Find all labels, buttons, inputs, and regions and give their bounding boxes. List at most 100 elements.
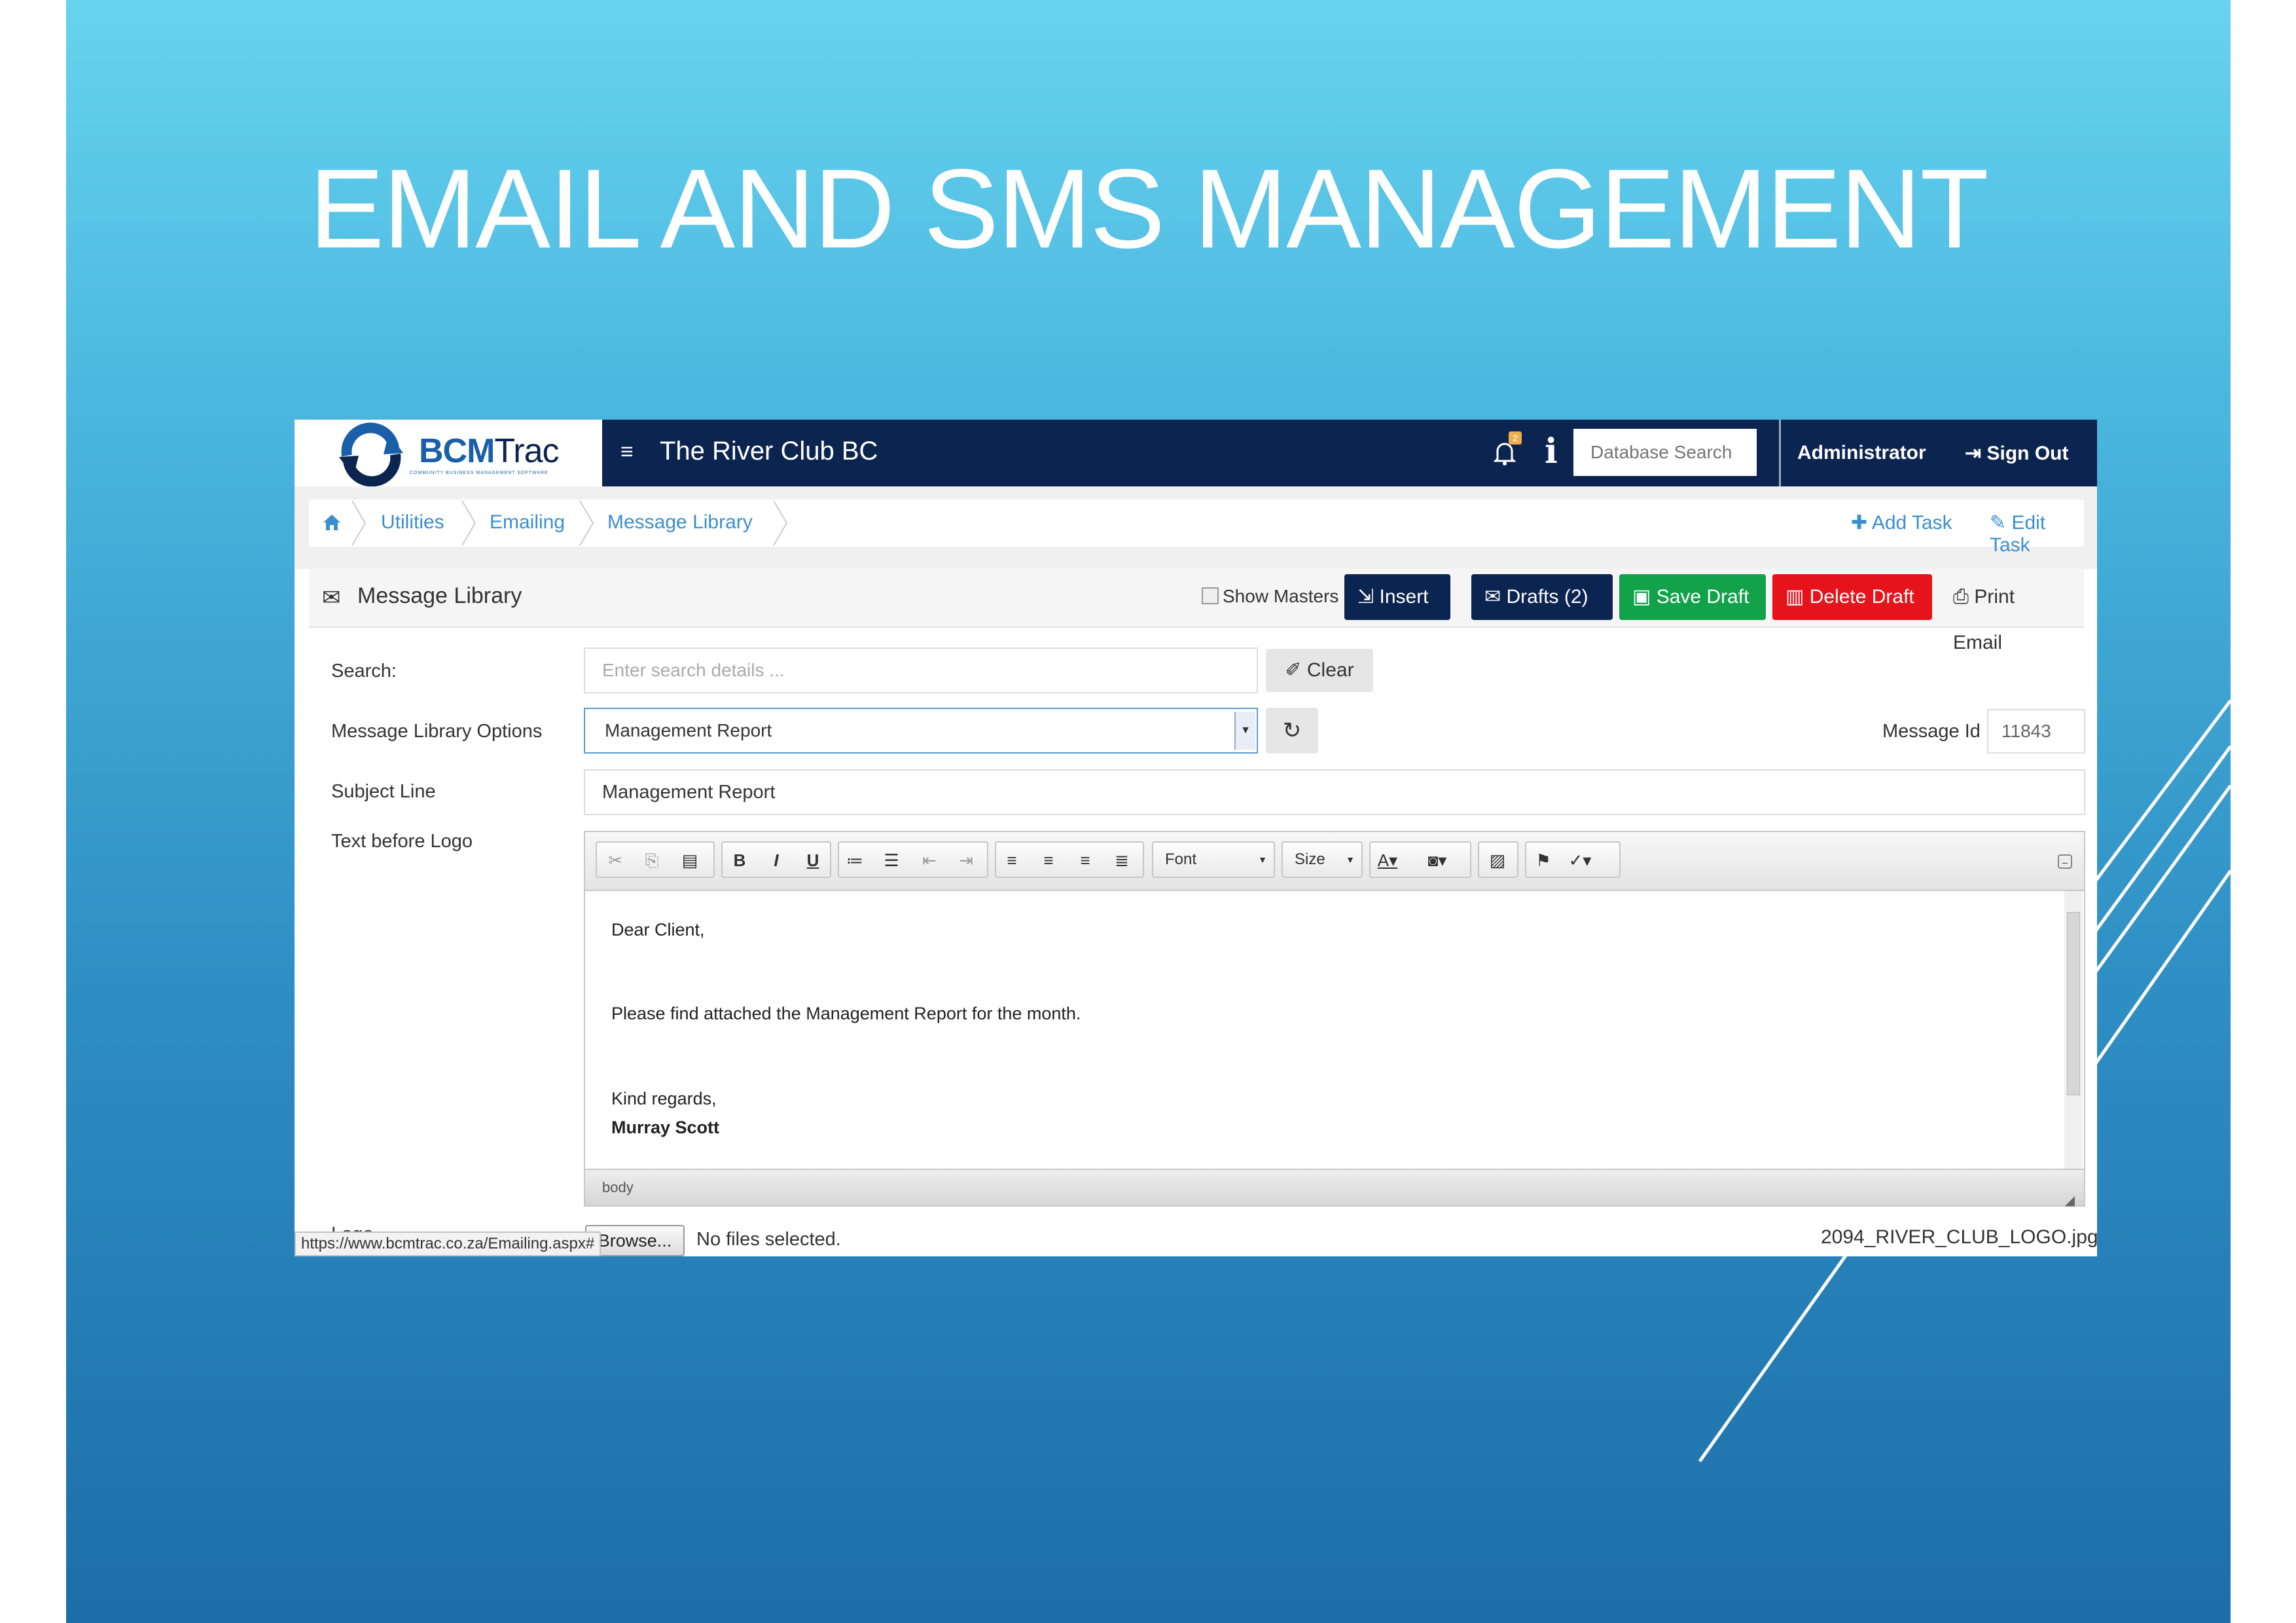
dropdown-arrow-icon: ▼ [1346,854,1355,865]
print-email-button[interactable]: ⎙ Print Email [1940,574,2071,653]
align-right-icon[interactable]: ≡ [1072,848,1098,873]
toolbar-group-align: ≡ ≡ ≡ ≣ [995,841,1144,878]
scroll-thumb[interactable] [2067,912,2080,1095]
align-center-icon[interactable]: ≡ [1035,848,1062,873]
insert-icon: ⇲ [1357,586,1380,608]
refresh-icon: ↻ [1282,718,1302,743]
message-id-label: Message Id [1882,721,1981,742]
size-dropdown[interactable]: Size ▼ [1282,841,1363,878]
panel-header: ✉ Message Library Show Masters ⇲ Insert … [309,569,2084,653]
editor-line: Please find attached the Management Repo… [611,1004,1081,1023]
underline-icon[interactable]: U [800,848,826,873]
eraser-icon: ✐ [1285,659,1307,681]
show-masters-checkbox[interactable]: Show Masters [1202,586,1338,607]
logo[interactable]: BCMTrac COMMUNITY BUSINESS MANAGEMENT SO… [295,420,602,487]
flag-icon[interactable]: ⚑ [1530,848,1556,873]
editor-line: Dear Client, [611,920,705,939]
envelope-icon: ✉ [1484,586,1507,608]
numbered-list-icon[interactable]: ≔ [842,848,868,873]
logo-file-name: 2094_RIVER_CLUB_LOGO.jpg [1821,1226,2097,1248]
hamburger-menu-icon[interactable]: ≡ [620,441,634,463]
italic-icon[interactable]: I [763,848,789,873]
breadcrumb-message-library[interactable]: Message Library [607,511,753,534]
home-icon[interactable] [322,513,342,532]
dropdown-arrow-icon: ▼ [1258,854,1267,865]
refresh-button[interactable]: ↻ [1266,708,1318,754]
breadcrumb-separator [773,500,788,546]
divider [1779,420,1781,486]
options-value: Management Report [605,720,772,740]
sign-out-label: Sign Out [1986,443,2069,464]
editor-scrollbar[interactable] [2064,891,2083,1169]
clear-button[interactable]: ✐ Clear [1266,649,1373,692]
font-dropdown[interactable]: Font ▼ [1152,841,1275,878]
slide: EMAIL AND SMS MANAGEMENT BCMTrac COMMUNI… [66,0,2231,1623]
collapse-toolbar-icon[interactable]: – [2058,854,2072,869]
font-label: Font [1165,850,1197,868]
info-icon[interactable]: i [1545,431,1558,471]
copy-icon[interactable]: ⎘ [639,848,665,873]
options-label: Message Library Options [331,721,543,742]
image-icon[interactable]: ▨ [1484,848,1511,873]
toolbar-group-tools: ⚑ ✓▾ [1525,841,1621,878]
envelope-icon: ✉ [322,585,341,610]
insert-label: Insert [1379,586,1429,608]
logo-arrows-icon [339,422,403,487]
breadcrumb-separator [351,500,367,546]
top-navbar: BCMTrac COMMUNITY BUSINESS MANAGEMENT SO… [295,420,2097,487]
printer-icon: ⎙ [1953,586,1975,608]
breadcrumb-bar: Utilities Emailing Message Library ✚ Add… [295,486,2097,569]
align-justify-icon[interactable]: ≣ [1109,848,1135,873]
search-input[interactable]: Enter search details ... [584,647,1258,693]
breadcrumb-utilities[interactable]: Utilities [381,511,444,534]
no-file-text: No files selected. [696,1229,841,1250]
message-id-field[interactable]: 11843 [1987,709,2085,754]
editor-content[interactable]: Dear Client, Please find attached the Ma… [585,891,2064,1169]
database-search-input[interactable] [1573,429,1757,476]
text-before-logo-label: Text before Logo [331,831,473,852]
subject-line-field[interactable]: Management Report [584,769,2085,815]
save-draft-label: Save Draft [1656,586,1749,608]
add-task-link[interactable]: ✚ Add Task [1851,511,1952,534]
editor-line: Murray Scott [611,1118,720,1137]
background-color-icon[interactable]: ◙▾ [1424,848,1450,873]
toolbar-group-clipboard: ✂ ⎘ ▤ [596,841,715,878]
slide-title: EMAIL AND SMS MANAGEMENT [309,146,1988,272]
bullet-list-icon[interactable]: ☰ [878,848,905,873]
sign-out-icon: ⇥ [1965,443,1987,464]
delete-draft-label: Delete Draft [1809,586,1914,608]
outdent-icon[interactable]: ⇤ [916,848,942,873]
element-path: body [602,1179,634,1195]
size-label: Size [1295,850,1325,868]
breadcrumb-separator [579,500,594,546]
panel-title: Message Library [357,583,522,608]
club-name: The River Club BC [660,437,878,465]
plus-icon: ✚ [1851,512,1872,534]
spellcheck-icon[interactable]: ✓▾ [1567,848,1593,873]
drafts-button[interactable]: ✉ Drafts (2) [1471,574,1613,620]
insert-button[interactable]: ⇲ Insert [1344,574,1450,620]
sign-out-button[interactable]: ⇥ Sign Out [1965,442,2068,465]
edit-task-link[interactable]: ✎ Edit Task [1990,511,2084,556]
logo-tagline: COMMUNITY BUSINESS MANAGEMENT SOFTWARE [410,471,548,475]
user-menu[interactable]: Administrator [1797,442,1926,464]
bold-icon[interactable]: B [726,848,753,873]
clear-label: Clear [1306,659,1354,681]
dropdown-arrow-icon[interactable]: ▼ [1234,712,1255,750]
toolbar-group-format: B I U [721,841,831,878]
align-left-icon[interactable]: ≡ [999,848,1025,873]
delete-draft-button[interactable]: ▥ Delete Draft [1772,574,1932,620]
save-draft-button[interactable]: ▣ Save Draft [1619,574,1766,620]
message-library-options-select[interactable]: Management Report ▼ [584,708,1258,754]
indent-icon[interactable]: ⇥ [953,848,979,873]
breadcrumb-emailing[interactable]: Emailing [490,511,565,534]
resize-handle-icon[interactable]: ◢ [2065,1183,2075,1218]
editor-line: Kind regards, [611,1089,717,1108]
text-color-icon[interactable]: A▾ [1374,848,1401,873]
editor-toolbar: ✂ ⎘ ▤ B I U ≔ ☰ ⇤ ⇥ ≡ ≡ ≡ ≣ Font ▼ Size … [585,832,2084,891]
app-screenshot: BCMTrac COMMUNITY BUSINESS MANAGEMENT SO… [295,420,2097,1256]
paste-icon[interactable]: ▤ [677,848,703,873]
cut-icon[interactable]: ✂ [602,848,628,873]
editor-status-bar: body ◢ [585,1169,2084,1208]
edit-icon: ✎ [1990,512,2012,534]
